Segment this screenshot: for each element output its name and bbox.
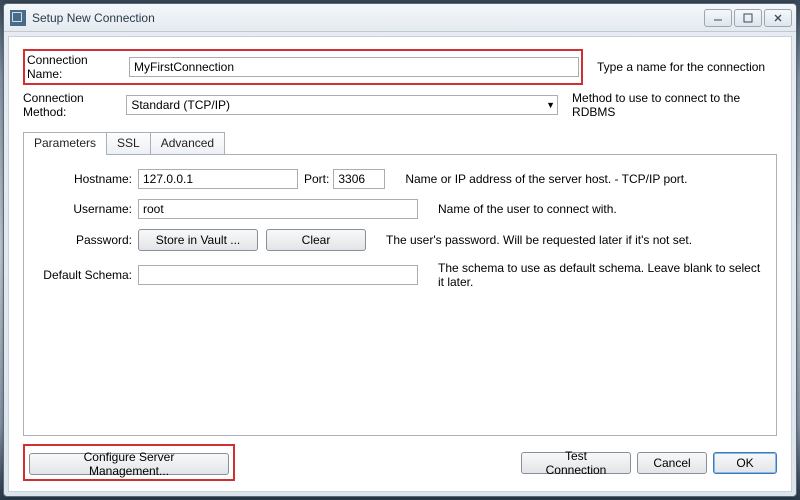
maximize-button[interactable] bbox=[734, 9, 762, 27]
dialog-window: Setup New Connection Connection Name: Ty… bbox=[3, 3, 797, 497]
password-help: The user's password. Will be requested l… bbox=[386, 233, 764, 247]
username-label: Username: bbox=[36, 202, 138, 216]
hostname-label: Hostname: bbox=[36, 172, 138, 186]
connection-name-highlight: Connection Name: bbox=[23, 49, 583, 85]
username-input[interactable] bbox=[138, 199, 418, 219]
connection-method-label: Connection Method: bbox=[23, 91, 126, 119]
default-schema-input[interactable] bbox=[138, 265, 418, 285]
configure-server-management-button[interactable]: Configure Server Management... bbox=[29, 453, 229, 475]
port-input[interactable] bbox=[333, 169, 385, 189]
cancel-button[interactable]: Cancel bbox=[637, 452, 707, 474]
tab-advanced[interactable]: Advanced bbox=[150, 132, 225, 154]
connection-method-value: Standard (TCP/IP) bbox=[131, 98, 230, 112]
connection-name-help: Type a name for the connection bbox=[597, 60, 765, 74]
close-button[interactable] bbox=[764, 9, 792, 27]
password-row: Password: Store in Vault ... Clear The u… bbox=[36, 229, 764, 251]
default-schema-label: Default Schema: bbox=[36, 268, 138, 282]
connection-method-select[interactable]: Standard (TCP/IP) ▼ bbox=[126, 95, 558, 115]
app-icon bbox=[10, 10, 26, 26]
username-row: Username: Name of the user to connect wi… bbox=[36, 199, 764, 219]
minimize-button[interactable] bbox=[704, 9, 732, 27]
username-help: Name of the user to connect with. bbox=[438, 202, 764, 216]
client-area: Connection Name: Type a name for the con… bbox=[8, 36, 792, 492]
password-label: Password: bbox=[36, 233, 138, 247]
tab-ssl[interactable]: SSL bbox=[106, 132, 151, 154]
connection-name-row: Connection Name: Type a name for the con… bbox=[23, 49, 777, 85]
title-bar: Setup New Connection bbox=[4, 4, 796, 32]
tab-panel-parameters: Hostname: Port: Name or IP address of th… bbox=[23, 155, 777, 436]
store-in-vault-button[interactable]: Store in Vault ... bbox=[138, 229, 258, 251]
ok-button[interactable]: OK bbox=[713, 452, 777, 474]
hostname-row: Hostname: Port: Name or IP address of th… bbox=[36, 169, 764, 189]
default-schema-row: Default Schema: The schema to use as def… bbox=[36, 261, 764, 289]
tab-bar: Parameters SSL Advanced bbox=[23, 131, 777, 155]
connection-name-label: Connection Name: bbox=[27, 53, 129, 81]
connection-method-row: Connection Method: Standard (TCP/IP) ▼ M… bbox=[23, 91, 777, 119]
connection-method-help: Method to use to connect to the RDBMS bbox=[572, 91, 777, 119]
footer-bar: Configure Server Management... Test Conn… bbox=[23, 444, 777, 481]
test-connection-button[interactable]: Test Connection bbox=[521, 452, 631, 474]
connection-name-input[interactable] bbox=[129, 57, 579, 77]
chevron-down-icon: ▼ bbox=[546, 100, 555, 110]
window-controls bbox=[704, 9, 792, 27]
hostport-help: Name or IP address of the server host. -… bbox=[405, 172, 764, 186]
hostname-input[interactable] bbox=[138, 169, 298, 189]
clear-password-button[interactable]: Clear bbox=[266, 229, 366, 251]
default-schema-help: The schema to use as default schema. Lea… bbox=[438, 261, 764, 289]
window-title: Setup New Connection bbox=[32, 11, 704, 25]
configure-highlight: Configure Server Management... bbox=[23, 444, 235, 481]
port-label: Port: bbox=[304, 172, 329, 186]
tab-parameters[interactable]: Parameters bbox=[23, 132, 107, 155]
footer-right: Test Connection Cancel OK bbox=[521, 452, 777, 474]
